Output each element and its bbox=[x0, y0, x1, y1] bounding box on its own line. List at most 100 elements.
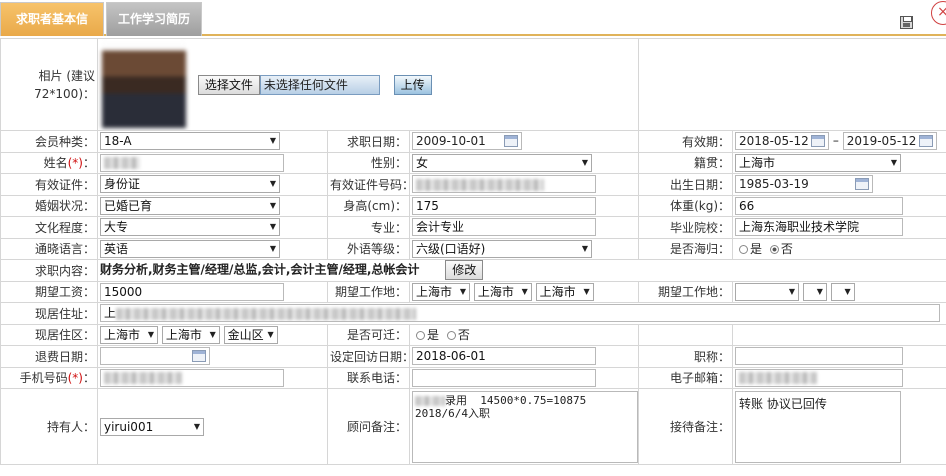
workplace2-district-select[interactable] bbox=[830, 282, 855, 301]
job-title-label: 职称： bbox=[638, 345, 734, 368]
validity-label: 有效期： bbox=[638, 130, 734, 153]
birth-date-field[interactable]: 1985-03-19 bbox=[735, 175, 874, 194]
mobile-input[interactable] bbox=[100, 368, 284, 387]
marital-status-select[interactable]: 已婚已育 bbox=[100, 196, 280, 215]
relocate-yes-label: 是 bbox=[427, 328, 440, 343]
language-level-select[interactable]: 六级(口语好) bbox=[412, 239, 592, 258]
job-title-input[interactable] bbox=[735, 347, 904, 366]
tab-bar: 求职者基本信息 工作学习简历 × bbox=[0, 0, 946, 58]
education-select[interactable]: 大专 bbox=[100, 218, 280, 237]
workplace2-province-select[interactable] bbox=[735, 282, 800, 301]
language-select[interactable]: 英语 bbox=[100, 239, 280, 258]
residence-district-select[interactable]: 金山区 bbox=[223, 325, 278, 344]
upload-button[interactable]: 上传 bbox=[393, 74, 432, 95]
school-input[interactable]: 上海东海职业技术学院 bbox=[735, 218, 904, 237]
email-label: 电子邮箱： bbox=[638, 366, 734, 389]
tab-work-study-resume[interactable]: 工作学习简历 bbox=[106, 2, 202, 36]
close-icon[interactable]: × bbox=[931, 1, 946, 25]
choose-file-button[interactable]: 选择文件 bbox=[197, 74, 260, 95]
relocate-no-radio[interactable] bbox=[446, 331, 456, 341]
applicant-photo bbox=[102, 41, 186, 128]
validity-from-value: 2018-05-12 bbox=[739, 134, 809, 149]
tab-basic-info[interactable]: 求职者基本信息 bbox=[0, 2, 104, 58]
workplace-district-select[interactable]: 上海市 bbox=[535, 282, 594, 301]
validity-to-value: 2019-05-12 bbox=[846, 134, 917, 149]
save-icon[interactable] bbox=[900, 16, 913, 29]
applicant-form: 相片 (建议72*100)： 选择文件 未选择任何文件 上传 会员种类： 18-A… bbox=[0, 38, 946, 465]
edit-job-content-button[interactable]: 修改 bbox=[445, 260, 484, 281]
major-input[interactable]: 会计专业 bbox=[412, 218, 596, 237]
address-input[interactable]: 上 bbox=[100, 304, 940, 323]
consultant-note-label: 顾问备注： bbox=[327, 388, 410, 465]
validity-from-field[interactable]: 2018-05-12 bbox=[735, 132, 830, 151]
reception-note-textarea[interactable]: 转账 协议已回传 bbox=[735, 390, 902, 463]
relocate-no-label: 否 bbox=[457, 328, 470, 343]
relocate-yes-radio[interactable] bbox=[416, 331, 425, 341]
consultant-note-textarea[interactable]: 录用 14500*0.75=10875 2018/6/4入职 bbox=[412, 390, 638, 463]
calendar-icon[interactable] bbox=[918, 135, 933, 148]
residence-area-label: 现居住区： bbox=[0, 323, 98, 346]
id-number-input[interactable] bbox=[412, 175, 596, 194]
height-input[interactable]: 175 bbox=[412, 196, 596, 215]
id-type-select[interactable]: 身份证 bbox=[100, 175, 280, 194]
overseas-yes-label: 是 bbox=[750, 242, 763, 257]
reception-note-label: 接待备注： bbox=[638, 388, 734, 465]
birth-date-value: 1985-03-19 bbox=[739, 177, 809, 192]
expected-salary-label: 期望工资： bbox=[0, 280, 98, 303]
native-place-label: 籍贯： bbox=[638, 151, 734, 174]
mobile-label: 手机号码(*)： bbox=[0, 366, 98, 389]
member-type-label: 会员种类： bbox=[0, 130, 98, 153]
job-date-label: 求职日期： bbox=[327, 130, 410, 153]
calendar-icon[interactable] bbox=[855, 178, 870, 191]
school-label: 毕业院校： bbox=[638, 216, 734, 239]
phone-label: 联系电话： bbox=[327, 366, 410, 389]
email-input[interactable] bbox=[735, 368, 904, 387]
holder-select[interactable]: yirui001 bbox=[100, 417, 204, 436]
education-label: 文化程度： bbox=[0, 216, 98, 239]
workplace-province-select[interactable]: 上海市 bbox=[412, 282, 470, 301]
validity-to-field[interactable]: 2019-05-12 bbox=[842, 132, 937, 151]
visit-date-label: 设定回访日期： bbox=[327, 345, 410, 368]
refund-date-field[interactable] bbox=[100, 347, 210, 366]
calendar-icon[interactable] bbox=[811, 135, 826, 148]
id-type-label: 有效证件： bbox=[0, 173, 98, 196]
weight-label: 体重(kg)： bbox=[638, 194, 734, 217]
native-place-select[interactable]: 上海市 bbox=[735, 153, 902, 172]
no-file-chosen-text: 未选择任何文件 bbox=[259, 74, 380, 95]
calendar-icon[interactable] bbox=[504, 135, 518, 148]
residence-province-select[interactable]: 上海市 bbox=[100, 325, 158, 344]
reception-note-text: 转账 协议已回传 bbox=[739, 396, 827, 411]
refund-date-label: 退费日期： bbox=[0, 345, 98, 368]
overseas-no-radio[interactable] bbox=[769, 245, 779, 255]
consultant-note-line1: 录用 14500*0.75=10875 bbox=[445, 393, 587, 407]
workplace2-city-select[interactable] bbox=[802, 282, 827, 301]
expected-salary-input[interactable]: 15000 bbox=[100, 282, 284, 301]
calendar-icon[interactable] bbox=[192, 350, 206, 363]
overseas-returnee-label: 是否海归： bbox=[638, 237, 734, 260]
job-content-label: 求职内容： bbox=[0, 259, 98, 282]
language-label: 通晓语言： bbox=[0, 237, 98, 260]
job-date-field[interactable]: 2009-10-01 bbox=[412, 132, 522, 151]
gender-select[interactable]: 女 bbox=[412, 153, 592, 172]
holder-label: 持有人： bbox=[0, 388, 98, 465]
address-label: 现居住址： bbox=[0, 302, 98, 325]
overseas-yes-radio[interactable] bbox=[739, 245, 749, 255]
relocatable-label: 是否可迁： bbox=[327, 323, 410, 346]
language-level-label: 外语等级： bbox=[327, 237, 410, 260]
job-date-value: 2009-10-01 bbox=[416, 134, 486, 149]
residence-city-select[interactable]: 上海市 bbox=[161, 325, 220, 344]
expected-workplace-label: 期望工作地： bbox=[327, 280, 410, 303]
overseas-no-label: 否 bbox=[780, 242, 793, 257]
weight-input[interactable]: 66 bbox=[735, 196, 904, 215]
major-label: 专业： bbox=[327, 216, 410, 239]
photo-label: 相片 (建议72*100)： bbox=[0, 38, 98, 131]
validity-separator: – bbox=[832, 133, 839, 148]
consultant-note-line2: 2018/6/4入职 bbox=[415, 406, 490, 420]
name-input[interactable] bbox=[100, 153, 284, 172]
visit-date-input[interactable]: 2018-06-01 bbox=[412, 347, 596, 366]
gender-label: 性别： bbox=[327, 151, 410, 174]
phone-input[interactable] bbox=[412, 368, 596, 387]
workplace-city-select[interactable]: 上海市 bbox=[473, 282, 532, 301]
height-label: 身高(cm)： bbox=[327, 194, 410, 217]
member-type-select[interactable]: 18-A bbox=[100, 132, 280, 151]
